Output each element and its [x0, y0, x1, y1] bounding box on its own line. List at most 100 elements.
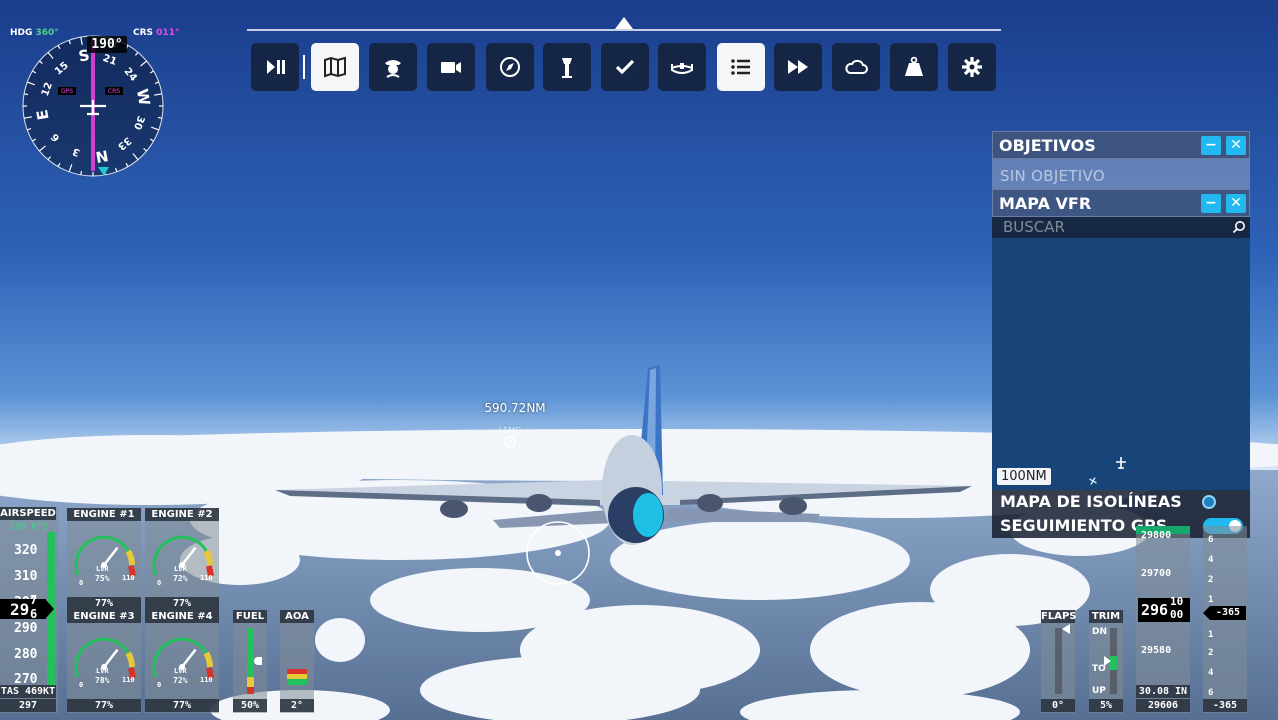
engine-min-label: 0 — [79, 681, 84, 689]
engine-min-label: 0 — [157, 681, 162, 689]
map-button[interactable] — [311, 43, 359, 91]
tas-readout: TAS 469KT — [0, 685, 56, 698]
engine-lvr-value: 75% — [95, 574, 110, 583]
camera-button[interactable] — [427, 43, 475, 91]
trim-dn-label: DN — [1092, 627, 1108, 637]
fast-forward-button[interactable] — [774, 43, 822, 91]
settings-gear-icon — [962, 57, 982, 77]
altitude-readout-hundreds: 296 — [1141, 601, 1169, 619]
objectives-text: SIN OBJETIVO — [992, 159, 1250, 189]
vsi-tick-label: 6 — [1208, 688, 1214, 698]
vertical-speed-value: -365 — [1203, 699, 1247, 712]
vsi-tick-label: 1 — [1208, 595, 1214, 605]
trim-up-label: UP — [1092, 686, 1106, 696]
engine-lvr-value: 72% — [173, 574, 188, 583]
waypoint-label: LEMG — [498, 426, 522, 435]
settings-gear-button[interactable] — [948, 43, 996, 91]
engine-lvr-label: LVR — [174, 667, 187, 675]
altitude-value: 29606 — [1136, 699, 1190, 712]
pilot-button[interactable] — [369, 43, 417, 91]
engine-min-label: 0 — [79, 579, 84, 587]
altimeter-tick-label: 29700 — [1141, 568, 1172, 579]
waypoint-distance: 590.72NM — [484, 401, 546, 415]
objectives-close-button[interactable]: ✕ — [1226, 136, 1246, 155]
crs-label: CRS — [133, 28, 154, 38]
vfr-map[interactable]: 100NM — [992, 238, 1250, 490]
engine-n1-value: 77% — [67, 597, 141, 610]
fuel-pointer-icon — [254, 657, 262, 665]
hdg-label: HDG — [10, 28, 33, 38]
svg-text:CRS: CRS — [108, 88, 120, 95]
fast-forward-icon — [788, 60, 808, 74]
camera-icon — [441, 62, 461, 73]
altitude-readout-tens-lower: 00 — [1170, 608, 1184, 621]
engine-lvr-label: LVR — [96, 565, 109, 573]
aoa-value: 2° — [280, 699, 314, 712]
engine-lvr-label: LVR — [96, 667, 109, 675]
right-panel: OBJETIVOS − ✕ SIN OBJETIVO MAPA VFR − ✕ … — [992, 131, 1250, 538]
isolines-toggle[interactable] — [1200, 495, 1216, 509]
hdg-bug-value: 360° — [35, 28, 59, 38]
heading-readout: 190° — [87, 36, 127, 53]
compass-icon — [500, 57, 520, 77]
airspeed-readout-unit-upper: 7 — [30, 593, 38, 607]
altitude-readout-tens-upper: 10 — [1170, 595, 1184, 608]
vertical-speed-readout: -365 — [1210, 606, 1246, 620]
yoke-button[interactable] — [658, 43, 706, 91]
checklist-icon — [615, 59, 635, 75]
baro-setting: 30.08 IN — [1136, 685, 1190, 698]
isolines-label: MAPA DE ISOLÍNEAS — [1000, 492, 1182, 511]
vsi-tick-label: 2 — [1208, 575, 1214, 585]
airspeed-tick-label: 310 — [14, 569, 38, 584]
altitude-readout: 296 10 00 — [1138, 595, 1190, 622]
fuel-title: FUEL — [233, 610, 267, 623]
vsi-tick-label: 2 — [1208, 648, 1214, 658]
objectives-minimize-button[interactable]: − — [1201, 136, 1221, 155]
checklist-button[interactable] — [601, 43, 649, 91]
airspeed-tick-label: 280 — [14, 647, 38, 662]
engine-max-label: 110 — [122, 574, 135, 582]
flaps-value: 0° — [1041, 699, 1075, 712]
airspeed-value: 297 — [0, 699, 56, 712]
toolbar-separator — [303, 55, 305, 79]
search-icon[interactable] — [1232, 220, 1246, 234]
list-icon — [731, 59, 750, 75]
weight-icon — [905, 56, 923, 76]
engine-lvr-value: 72% — [173, 676, 188, 685]
aoa-gauge — [280, 610, 314, 713]
weather-cloud-button[interactable] — [832, 43, 880, 91]
play-pause-button[interactable] — [251, 43, 299, 91]
engine-min-label: 0 — [157, 579, 162, 587]
toolbar-collapse-caret-icon[interactable] — [615, 17, 633, 29]
airspeed-pointer-icon — [46, 600, 54, 618]
svg-text:GPS: GPS — [61, 88, 73, 95]
weather-cloud-icon — [845, 59, 868, 74]
vsi-tick-label: 4 — [1208, 555, 1214, 565]
altimeter-tick-label: 29800 — [1141, 530, 1172, 541]
play-pause-icon — [267, 60, 285, 74]
engine-n1-value: 77% — [145, 699, 219, 712]
trim-title: TRIM — [1089, 610, 1123, 623]
crs-value: 011° — [156, 28, 180, 38]
control-tower-button[interactable] — [543, 43, 591, 91]
compass-button[interactable] — [486, 43, 534, 91]
isolines-toggle-row[interactable]: MAPA DE ISOLÍNEAS — [992, 490, 1250, 514]
vfr-map-close-button[interactable]: ✕ — [1226, 194, 1246, 213]
yoke-icon — [671, 63, 693, 74]
map-search-input[interactable]: BUSCAR — [992, 217, 1250, 238]
waypoint-map-icon — [1089, 477, 1097, 485]
compass-rose: GPS CRS N E S W 3 6 12 15 21 24 30 33 HDG 360° CRS … — [10, 18, 184, 178]
engine-max-label: 110 — [200, 574, 213, 582]
airspeed-title: AIRSPEED — [0, 507, 56, 520]
vfr-map-minimize-button[interactable]: − — [1201, 194, 1221, 213]
map-scale: 100NM — [997, 468, 1051, 485]
airspeed-readout: 29 7 6 — [0, 593, 46, 621]
map-icon — [324, 56, 346, 78]
list-button[interactable] — [717, 43, 765, 91]
trim-pointer-icon — [1104, 656, 1111, 666]
engine-n1-value: 77% — [67, 699, 141, 712]
weight-button[interactable] — [890, 43, 938, 91]
engine-max-label: 110 — [200, 676, 213, 684]
vfr-map-header: MAPA VFR − ✕ — [992, 189, 1250, 217]
flaps-pointer-icon — [1062, 624, 1070, 634]
